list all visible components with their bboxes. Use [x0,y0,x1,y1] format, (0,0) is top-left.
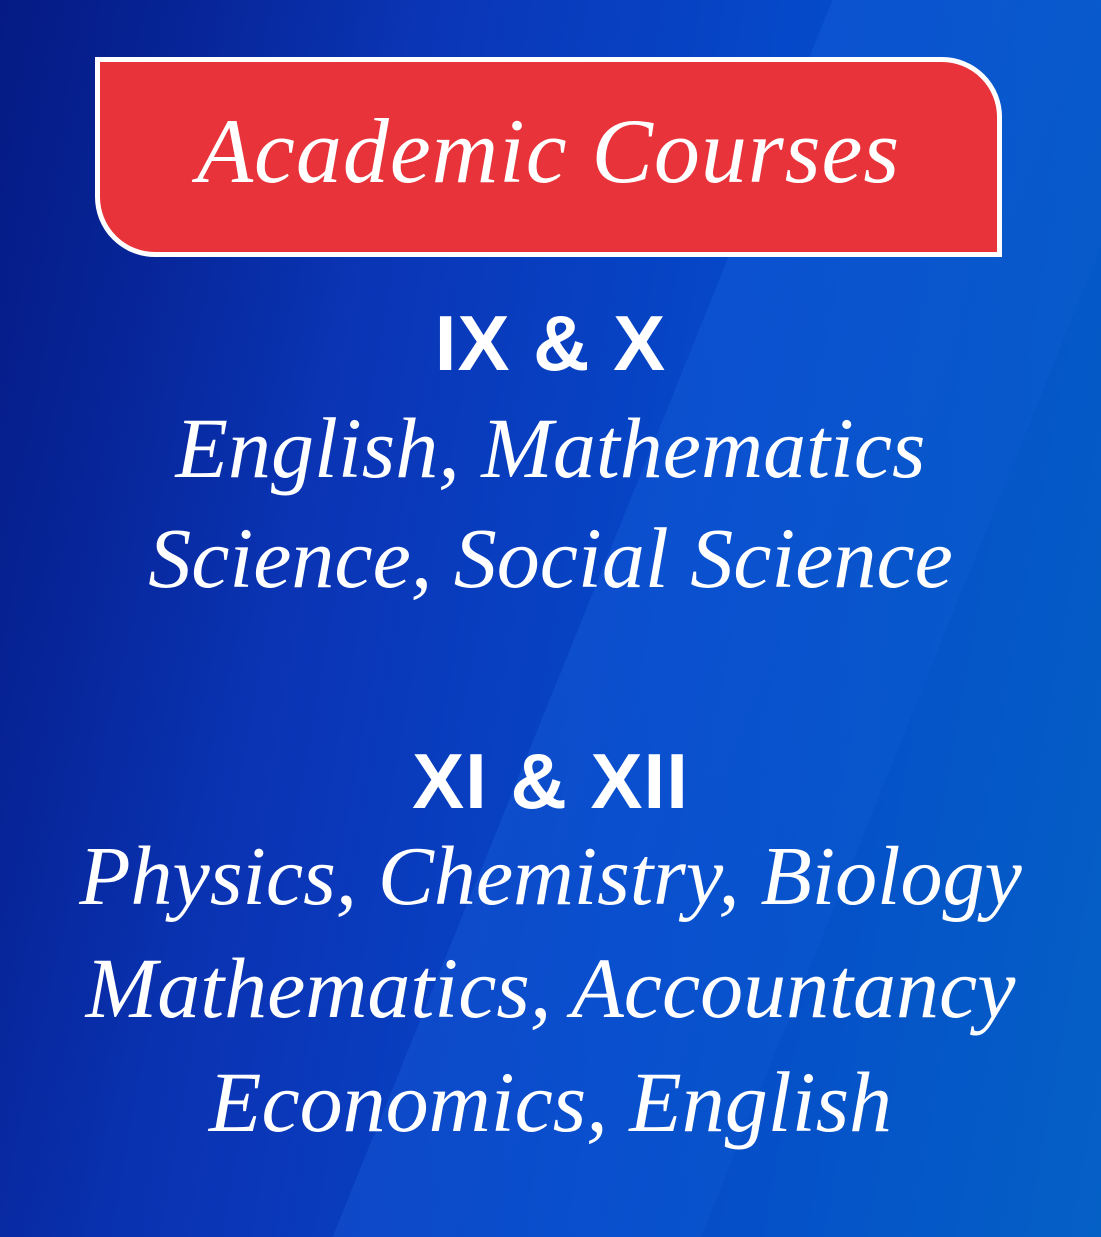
banner-title: Academic Courses [196,100,901,202]
section-heading-xi-xii: XI & XII [412,737,689,825]
course-line: Mathematics, Accountancy [85,940,1016,1036]
section-heading-ix-x: IX & X [434,299,667,387]
course-line: Physics, Chemistry, Biology [79,830,1022,923]
course-line: Economics, English [208,1054,893,1150]
title-banner: Academic Courses [95,57,1002,257]
course-line: Science, Social Science [148,510,953,606]
course-line: English, Mathematics [175,400,926,496]
